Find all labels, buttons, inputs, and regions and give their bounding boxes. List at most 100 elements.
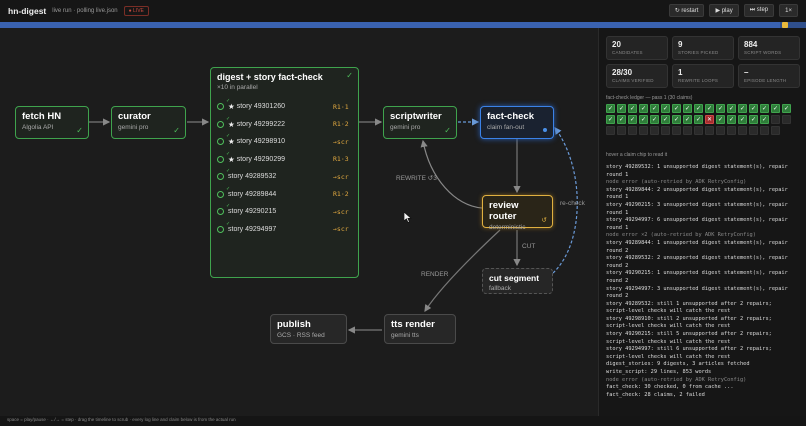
claim-chip[interactable]: ✕ [705,115,714,124]
claim-chip[interactable]: ✓ [749,115,758,124]
node-title: scriptwriter [390,111,442,122]
claim-chip[interactable]: ✓ [727,104,736,113]
stat-label: CLAIMS VERIFIED [612,78,654,83]
node-scriptwriter[interactable]: scriptwriter gemini pro ✓ [383,106,457,139]
claim-chip[interactable]: ✓ [606,115,615,124]
story-name: story 49294997 [228,225,277,233]
stat-value: – [744,68,749,77]
claim-chip[interactable]: ✓ [639,104,648,113]
story-name: story 49301260 [236,103,285,111]
claim-chip[interactable]: ✓ [628,104,637,113]
claim-chip[interactable]: ✓ [617,115,626,124]
story-status-icon [217,138,224,146]
claim-chip[interactable]: ✓ [683,104,692,113]
claim-chip[interactable]: ✓ [694,115,703,124]
story-row[interactable]: ✓ story 49294997 →scr [217,221,352,239]
story-row[interactable]: ✓ ★ story 49301260 R1·1 [217,98,352,116]
story-status-icon [217,190,224,198]
log-line: script-level checks will catch the rest [606,338,731,345]
claim-chip[interactable]: ✓ [617,104,626,113]
claim-chip [683,126,692,135]
log-line: story 49289532: 2 unsupported digest sta… [606,255,788,262]
claim-chip[interactable]: ✓ [760,115,769,124]
claim-chip [771,115,780,124]
play-button[interactable]: ▶ play [709,4,739,17]
claim-chip [606,126,615,135]
node-tts-render[interactable]: tts render gemini tts [384,314,456,344]
claim-chip[interactable]: ✓ [661,104,670,113]
claim-chip[interactable]: ✓ [650,104,659,113]
claim-chip[interactable]: ✓ [738,104,747,113]
node-subtitle: ×10 in parallel [217,84,258,91]
node-fetch-hn[interactable]: fetch HN Algolia API ✓ [15,106,89,139]
claim-chip[interactable]: ✓ [606,104,615,113]
claim-chip[interactable]: ✓ [661,115,670,124]
claim-chip[interactable]: ✓ [716,115,725,124]
story-check-icon: ✓ [226,168,231,174]
node-digest-fanout[interactable]: digest + story fact-check ×10 in paralle… [210,67,359,278]
stat-value: 9 [678,40,683,49]
stat-card: 20 CANDIDATES [606,36,668,60]
story-row[interactable]: ✓ ★ story 49299222 R1·2 [217,116,352,134]
run-log[interactable]: story 49289532: 1 unsupported digest sta… [606,164,802,410]
log-line: story 49289532: still 1 unsupported afte… [606,300,772,307]
playback-controls: ↻ restart ▶ play ⏭ step 1× [668,4,798,17]
stat-value: 1 [678,68,683,77]
story-row[interactable]: ✓ story 49290215 →scr [217,203,352,221]
claim-chip [617,126,626,135]
claim-chip[interactable]: ✓ [694,104,703,113]
claim-chip[interactable]: ✓ [738,115,747,124]
node-curator[interactable]: curator gemini pro ✓ [111,106,186,139]
claim-chip [650,126,659,135]
stat-label: STORIES PICKED [678,50,719,55]
claim-chip[interactable]: ✓ [628,115,637,124]
story-status-icon [217,120,224,128]
story-name: story 49290215 [228,208,277,216]
story-status-icon [217,103,224,111]
claim-chip[interactable]: ✓ [760,104,769,113]
claim-chip[interactable]: ✓ [672,104,681,113]
story-row[interactable]: ✓ ★ story 49298910 →scr [217,133,352,151]
claim-chip[interactable]: ✓ [716,104,725,113]
claim-chip[interactable]: ✓ [749,104,758,113]
log-line: fact_check: 30 checked, 0 from cache ... [606,384,734,391]
done-check-icon: ✓ [173,126,180,135]
stat-card: 1 REWRITE LOOPS [672,64,734,88]
app-title: hn-digest [8,6,47,16]
story-row[interactable]: ✓ story 49289532 →scr [217,168,352,186]
node-publish[interactable]: publish GCS · RSS feed [270,314,347,344]
story-check-icon: ✓ [226,98,231,104]
log-line: script-level checks will catch the rest [606,353,731,360]
edge-label-recheck: re-check [560,200,585,207]
step-button[interactable]: ⏭ step [743,4,775,17]
node-subtitle: claim fan-out [487,124,525,131]
node-title: fetch HN [22,111,62,122]
claim-chip[interactable]: ✓ [727,115,736,124]
log-line: fact_check: 28 claims, 2 failed [606,391,705,398]
log-line: script-level checks will catch the rest [606,308,731,315]
pipeline-canvas: fetch HN Algolia API ✓ curator gemini pr… [0,28,598,416]
log-line: round 1 [606,209,629,216]
node-cut-segment[interactable]: cut segment fallback [482,268,553,294]
node-fact-check[interactable]: fact-check claim fan-out [480,106,554,139]
node-title: fact-check [487,111,534,122]
story-row[interactable]: ✓ ★ story 49290299 R1·3 [217,151,352,169]
claim-chip[interactable]: ✓ [672,115,681,124]
restart-button[interactable]: ↻ restart [668,4,705,17]
log-line: story 49294997: 6 unsupported digest sta… [606,217,788,224]
node-subtitle: fallback [489,285,512,292]
claim-chip[interactable]: ✓ [639,115,648,124]
claim-chip[interactable]: ✓ [650,115,659,124]
side-panel: 20 CANDIDATES 9 STORIES PICKED 884 SCRIPT WOR… [598,28,806,416]
claim-chip[interactable]: ✓ [771,104,780,113]
speed-button[interactable]: 1× [779,4,798,17]
claim-chip[interactable]: ✓ [705,104,714,113]
claim-chip[interactable]: ✓ [683,115,692,124]
story-tag: →scr [333,207,349,216]
claim-chip [760,126,769,135]
claim-chip [727,126,736,135]
stat-card: 884 SCRIPT WORDS [738,36,800,60]
node-review-router[interactable]: review router deterministic ↺ [482,195,553,231]
story-row[interactable]: ✓ story 49289844 R1·2 [217,186,352,204]
claim-chip[interactable]: ✓ [782,104,791,113]
